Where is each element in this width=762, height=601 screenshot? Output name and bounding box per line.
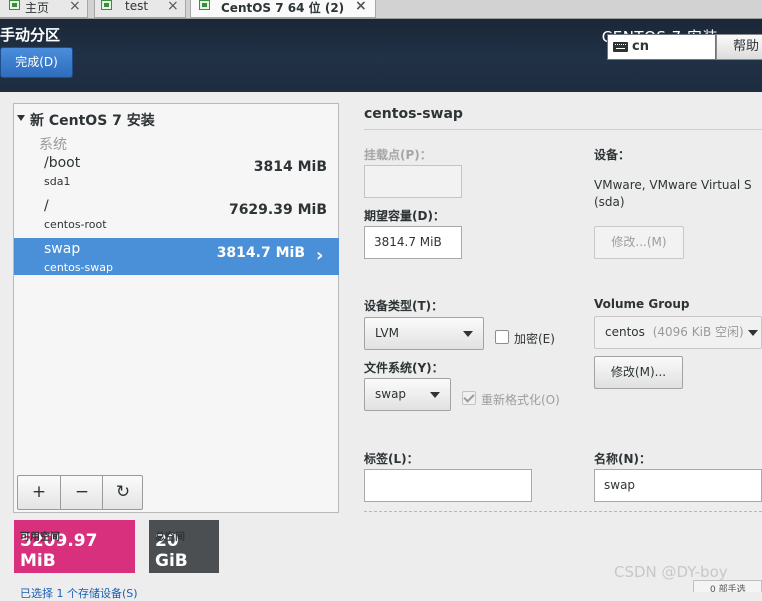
device-type-select[interactable]: LVM — [364, 317, 484, 350]
device-label: 设备： — [594, 148, 631, 162]
done-button[interactable]: 完成(D) — [0, 47, 73, 78]
mount-point-input[interactable] — [364, 165, 462, 198]
device-modify-button[interactable]: 修改...(M) — [594, 226, 684, 259]
capacity-label: 期望容量(D)： — [364, 209, 445, 223]
filesystem-label: 文件系统(Y)： — [364, 361, 444, 375]
device-name: centos-swap — [44, 261, 113, 274]
name-label: 名称(N)： — [594, 452, 652, 466]
expander-icon[interactable] — [17, 115, 25, 121]
partition-toolbar: + − ↻ — [17, 475, 143, 510]
system-group-label: 系统 — [39, 137, 67, 153]
filesystem-select[interactable]: swap — [364, 378, 451, 411]
volume-group-free: (4096 KiB 空闲) — [652, 325, 744, 339]
total-space-label: 总空间 — [155, 532, 185, 543]
volume-group-select[interactable]: centos (4096 KiB 空闲) — [594, 316, 762, 349]
vm-tab-strip: 主页 × test × CentOS 7 64 位 (2) × — [0, 0, 762, 19]
tag-label: 标签(L)： — [364, 452, 419, 466]
page-title: 手动分区 — [0, 26, 61, 44]
filesystem-value: swap — [375, 387, 407, 401]
divider — [364, 511, 762, 512]
device-type-value: LVM — [375, 326, 399, 340]
volume-group-modify-button[interactable]: 修改(M)... — [594, 356, 683, 389]
mount-point: swap — [44, 241, 81, 257]
tab-home-label: 主页 — [25, 1, 50, 15]
keyboard-layout-indicator[interactable]: cn — [607, 34, 716, 60]
capacity-input[interactable]: 3814.7 MiB — [364, 226, 462, 259]
home-icon — [9, 0, 20, 10]
tag-input[interactable] — [364, 469, 532, 502]
mount-point: /boot — [44, 155, 81, 171]
vm-icon — [101, 0, 112, 10]
volume-group-value: centos — [605, 325, 645, 339]
mount-point-label: 挂载点(P)： — [364, 148, 432, 162]
total-space-box: 总空间 20 GiB — [149, 520, 219, 573]
add-button[interactable]: + — [18, 476, 60, 509]
device-name: centos-root — [44, 218, 107, 231]
refresh-button[interactable]: ↻ — [102, 476, 144, 509]
device-value: VMware, VMware Virtual S (sda) — [594, 178, 752, 209]
partition-size: 7629.39 MiB — [228, 202, 327, 218]
encrypt-label: 加密(E) — [514, 332, 555, 346]
tab-home[interactable]: 主页 × — [0, 0, 88, 18]
close-icon[interactable]: × — [167, 0, 179, 14]
reformat-checkbox[interactable] — [462, 391, 476, 405]
vm-icon — [199, 0, 210, 10]
remove-button[interactable]: − — [61, 476, 103, 509]
chevron-right-icon: › — [316, 245, 324, 266]
help-button[interactable]: 帮助 — [716, 34, 762, 60]
available-space-box: 可用空间 5209.97 MiB — [14, 520, 135, 573]
encrypt-checkbox[interactable] — [495, 330, 509, 344]
name-input[interactable]: swap — [594, 469, 762, 502]
tab-centos[interactable]: CentOS 7 64 位 (2) × — [190, 0, 376, 18]
corner-button[interactable]: 0 部手选 — [693, 580, 762, 592]
keyboard-layout-label: cn — [632, 39, 649, 54]
reformat-label: 重新格式化(O) — [481, 393, 560, 407]
detail-title: centos-swap — [364, 106, 463, 122]
chevron-down-icon — [430, 392, 440, 398]
partition-size: 3814.7 MiB — [216, 245, 305, 261]
device-name: sda1 — [44, 175, 71, 188]
tab-test-label: test — [125, 0, 149, 13]
tab-centos-label: CentOS 7 64 位 (2) — [221, 1, 345, 15]
device-type-label: 设备类型(T)： — [364, 299, 444, 313]
storage-device-link[interactable]: 已选择 1 个存储设备(S) — [20, 585, 138, 601]
close-icon[interactable]: × — [355, 0, 367, 14]
keyboard-icon — [613, 42, 628, 52]
watermark: CSDN @DY-boy — [614, 563, 728, 581]
available-space-label: 可用空间 — [20, 532, 60, 543]
divider — [364, 129, 762, 130]
volume-group-label: Volume Group — [594, 297, 690, 311]
chevron-down-icon — [463, 331, 473, 337]
chevron-down-icon — [748, 330, 758, 336]
mount-point: / — [44, 198, 49, 214]
close-icon[interactable]: × — [69, 0, 81, 14]
tab-test[interactable]: test × — [94, 0, 186, 18]
install-group-title[interactable]: 新 CentOS 7 安装 — [30, 110, 155, 130]
list-item-selected[interactable]: swap centos-swap 3814.7 MiB — [14, 238, 339, 275]
partition-size: 3814 MiB — [253, 159, 327, 175]
